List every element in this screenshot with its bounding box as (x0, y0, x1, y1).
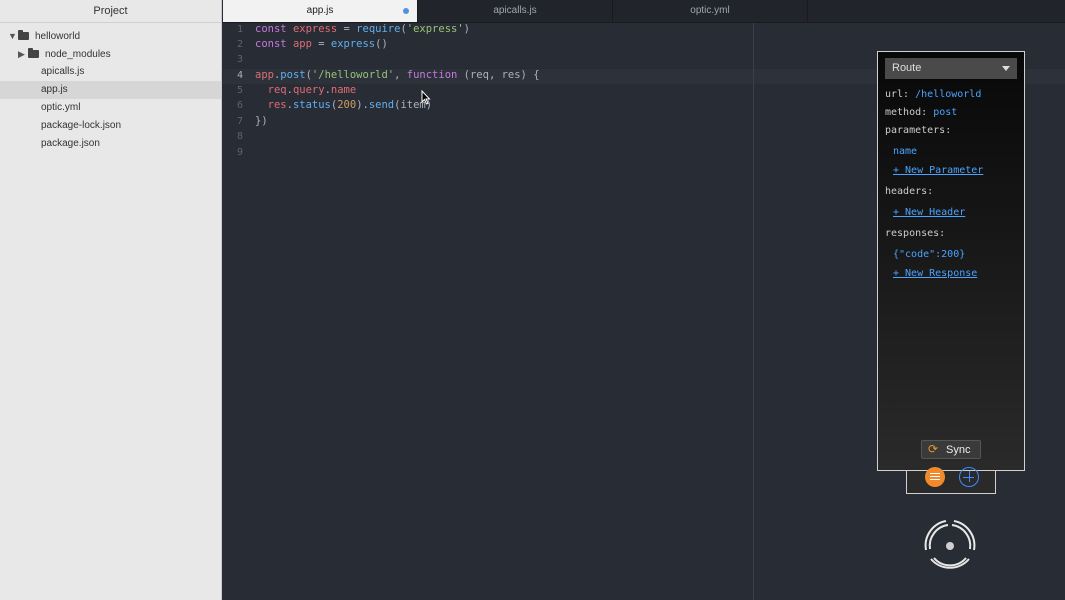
code-line-1: const express = require('express') (255, 23, 470, 35)
code-line-5: req.query.name (267, 84, 357, 96)
tok: res (267, 99, 287, 111)
line-number: 4 (236, 70, 243, 81)
sync-button[interactable]: ⟳ Sync (921, 440, 981, 459)
tok: 'express' (406, 23, 464, 35)
url-value: /helloworld (915, 89, 982, 100)
code-line-4: app.post('/helloworld', function (req, r… (255, 69, 540, 81)
mouse-pointer-icon (421, 90, 431, 105)
tree-root-label: helloworld (35, 31, 81, 42)
line-number: 7 (236, 116, 243, 127)
tok: express (292, 23, 338, 35)
project-sidebar: Project ▼ helloworld ▶ node_modules apical… (0, 0, 222, 600)
route-select[interactable]: Route (885, 58, 1017, 79)
code-line-2: const app = express() (255, 38, 388, 50)
responses-label: responses: (885, 228, 946, 239)
chevron-down-icon: ▼ (8, 31, 17, 41)
tok: 200 (337, 99, 357, 111)
new-parameter-link[interactable]: + New Parameter (893, 165, 983, 176)
code-line-6: res.status(200).send(item) (267, 99, 433, 111)
list-button[interactable] (925, 467, 945, 487)
code-line-7: }) (255, 115, 268, 127)
headers-label: headers: (885, 186, 934, 197)
tree-file-package-lock[interactable]: package-lock.json (0, 117, 221, 135)
tab-label: app.js (306, 5, 334, 16)
add-button[interactable] (959, 467, 979, 487)
url-label: url: (885, 89, 910, 100)
panel-tab (906, 468, 996, 494)
list-icon-bar (930, 476, 940, 477)
method-value: post (933, 107, 958, 118)
tok: send (368, 99, 395, 111)
tree-file-optic[interactable]: optic.yml (0, 99, 221, 117)
tree-root-helloworld[interactable]: ▼ helloworld (0, 27, 221, 45)
tok: express (330, 38, 376, 50)
file-tree: ▼ helloworld ▶ node_modules apicalls.js ap… (0, 23, 221, 153)
method-label: method: (885, 107, 928, 118)
folder-icon (28, 48, 39, 58)
response-item[interactable]: {"code":200} (893, 249, 965, 260)
parameter-item[interactable]: name (893, 146, 917, 157)
line-number: 9 (236, 147, 243, 158)
tok: require (356, 23, 401, 35)
tok: function (406, 69, 458, 81)
new-header-link[interactable]: + New Header (893, 207, 965, 218)
tok: req (267, 84, 287, 96)
line-number: 2 (236, 39, 243, 50)
sidebar-title: Project (0, 0, 221, 23)
tok: app (292, 38, 312, 50)
wrap-guide (753, 23, 754, 600)
new-response-link[interactable]: + New Response (893, 268, 977, 279)
tab-bar: app.js apicalls.js optic.yml (223, 0, 1065, 23)
tok: const (255, 38, 287, 50)
optic-panel: Route url: /helloworld method: post para… (877, 51, 1025, 471)
line-number: 3 (236, 54, 243, 65)
tab-app-js[interactable]: app.js (223, 0, 418, 22)
modified-dot-icon (403, 8, 409, 14)
list-icon-bar (930, 479, 940, 480)
tok: '/helloworld' (311, 69, 395, 81)
list-icon-bar (930, 473, 940, 474)
tok: name (330, 84, 357, 96)
tree-file-apicalls[interactable]: apicalls.js (0, 63, 221, 81)
tab-apicalls-js[interactable]: apicalls.js (418, 0, 613, 22)
method-row: method: post (885, 107, 957, 118)
tok: const (255, 23, 287, 35)
chevron-right-icon: ▶ (18, 49, 25, 59)
dial-icon[interactable] (920, 516, 980, 576)
tree-folder-node-modules[interactable]: ▶ node_modules (0, 45, 221, 63)
code-editor[interactable]: 1 2 3 4 5 6 7 8 9 const express = requir… (223, 23, 1065, 600)
tab-optic-yml[interactable]: optic.yml (613, 0, 808, 22)
line-number: 8 (236, 131, 243, 142)
url-row: url: /helloworld (885, 89, 981, 100)
parameters-label: parameters: (885, 125, 952, 136)
line-number: 5 (236, 85, 243, 96)
sync-label: Sync (946, 444, 971, 456)
caret-down-icon (1002, 66, 1010, 71)
line-number: 6 (236, 100, 243, 111)
route-select-value: Route (892, 62, 922, 74)
tok: status (292, 99, 331, 111)
folder-icon (18, 30, 29, 40)
line-number: 1 (236, 24, 243, 35)
tok: app (255, 69, 274, 81)
tree-file-package[interactable]: package.json (0, 135, 221, 153)
sync-icon: ⟳ (928, 442, 939, 456)
tok: query (292, 84, 325, 96)
tok: post (280, 69, 306, 81)
tree-folder-label: node_modules (45, 49, 111, 60)
tree-file-app[interactable]: app.js (0, 81, 221, 99)
